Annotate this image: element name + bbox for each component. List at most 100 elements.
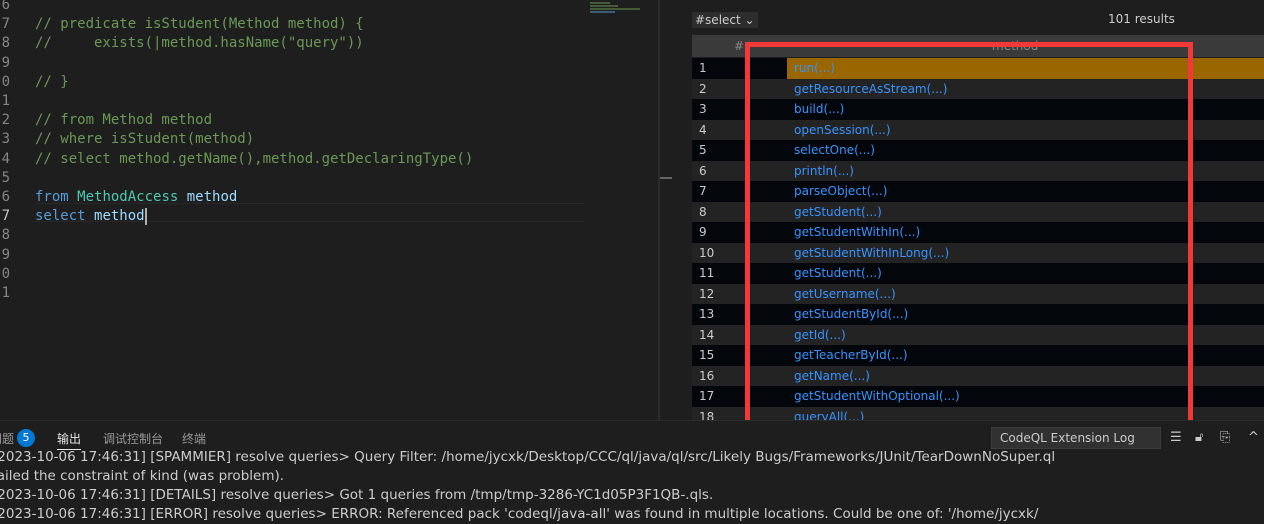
table-row[interactable]: 4 openSession(...) xyxy=(692,119,1264,141)
method-link[interactable]: getStudentWithIn(...) xyxy=(787,222,1264,243)
code-token: // where isStudent(method) xyxy=(35,131,255,148)
method-link[interactable]: getStudent(...) xyxy=(787,202,1264,223)
row-index: 11 xyxy=(699,266,715,280)
lock-scroll-icon[interactable]: 🔓︎ xyxy=(1195,430,1203,445)
tab-debug-console[interactable]: 调试控制台 xyxy=(103,430,163,450)
row-index: 1 xyxy=(699,61,707,75)
clear-output-icon[interactable]: ☰ xyxy=(1170,430,1182,445)
table-row[interactable]: 10 getStudentWithInLong(...) xyxy=(692,242,1264,264)
code-line[interactable]: // select method.getName(),method.getDec… xyxy=(35,150,473,169)
method-link[interactable]: getId(...) xyxy=(787,325,1264,346)
table-row[interactable]: 6 println(...) xyxy=(692,160,1264,182)
column-header-method[interactable]: method xyxy=(992,39,1038,53)
table-row[interactable]: 2 getResourceAsStream(...) xyxy=(692,78,1264,100)
code-token: from xyxy=(35,189,69,205)
table-row[interactable]: 11 getStudent(...) xyxy=(692,263,1264,284)
line-number: 1 xyxy=(1,285,10,301)
result-count: 101 results xyxy=(1108,12,1175,26)
table-row[interactable]: 5 selectOne(...) xyxy=(692,140,1264,161)
line-number: 7 xyxy=(1,208,10,225)
line-number: 9 xyxy=(1,54,10,71)
table-row[interactable]: 17 getStudentWithOptional(...) xyxy=(692,386,1264,407)
editor-split-divider[interactable] xyxy=(658,0,660,420)
code-token: select xyxy=(35,208,86,225)
method-link[interactable]: openSession(...) xyxy=(787,120,1264,141)
table-row[interactable]: 8 getStudent(...) xyxy=(692,201,1264,223)
table-row[interactable]: 14 getId(...) xyxy=(692,324,1264,346)
code-token: method xyxy=(94,208,145,225)
row-index: 13 xyxy=(699,307,715,321)
code-token: // select method.getName(),method.getDec… xyxy=(35,150,474,167)
code-line[interactable]: from MethodAccess method xyxy=(35,188,237,207)
code-line[interactable]: // where isStudent(method) xyxy=(35,130,254,149)
row-index: 8 xyxy=(699,204,707,219)
table-row[interactable]: 3 build(...) xyxy=(692,99,1264,120)
method-link[interactable]: getStudentWithOptional(...) xyxy=(787,386,1264,407)
table-row[interactable]: 15 getTeacherById(...) xyxy=(692,345,1264,366)
table-row[interactable]: 9 getStudentWithIn(...) xyxy=(692,222,1264,243)
row-index: 10 xyxy=(699,245,715,260)
method-link[interactable]: getResourceAsStream(...) xyxy=(787,79,1264,100)
output-channel-select[interactable]: CodeQL Extension Log xyxy=(991,427,1161,449)
method-link[interactable]: getStudent(...) xyxy=(787,263,1264,284)
output-line: failed the constraint of kind (was probl… xyxy=(0,468,285,484)
code-line[interactable]: select method xyxy=(35,207,147,226)
line-number: 1 xyxy=(1,93,10,109)
result-set-select[interactable]: #select ⌄ xyxy=(692,12,758,28)
method-link[interactable]: getTeacherById(...) xyxy=(787,345,1264,366)
code-line[interactable]: // } xyxy=(35,73,69,92)
table-row[interactable]: 7 parseObject(...) xyxy=(692,181,1264,202)
sash-handle[interactable] xyxy=(660,177,672,179)
row-index: 4 xyxy=(699,122,707,137)
table-header: # method xyxy=(692,35,1264,57)
line-number: 0 xyxy=(1,265,10,282)
table-row[interactable]: 1 run(...) xyxy=(692,58,1264,79)
code-token: // exists(|method.hasName("query")) xyxy=(35,35,364,52)
line-number: 0 xyxy=(1,73,10,90)
open-log-icon[interactable]: ⎘ xyxy=(1220,430,1230,445)
method-link[interactable]: selectOne(...) xyxy=(787,140,1264,161)
line-number: 6 xyxy=(1,189,10,205)
table-row[interactable]: 16 getName(...) xyxy=(692,365,1264,387)
method-link[interactable]: getStudentById(...) xyxy=(787,304,1264,325)
line-number: 5 xyxy=(1,169,10,186)
tab-problems[interactable]: 问题 xyxy=(0,430,14,450)
method-link[interactable]: parseObject(...) xyxy=(787,181,1264,202)
line-number: 9 xyxy=(1,246,10,263)
row-index: 5 xyxy=(699,143,707,157)
row-index: 16 xyxy=(699,368,715,383)
maximize-panel-icon[interactable]: ^ xyxy=(1248,430,1259,445)
query-results-view: #select ⌄ 101 results # method 1 run(...)… xyxy=(672,0,1264,427)
line-number: 2 xyxy=(1,112,10,129)
line-number: 7 xyxy=(1,16,10,33)
table-row[interactable]: 12 getUsername(...) xyxy=(692,283,1264,305)
method-link[interactable]: run(...) xyxy=(787,58,1264,79)
row-index: 6 xyxy=(699,163,707,178)
line-number: 6 xyxy=(1,0,10,13)
method-link[interactable]: println(...) xyxy=(787,161,1264,182)
column-header-index[interactable]: # xyxy=(734,39,744,53)
chevron-down-icon: ⌄ xyxy=(744,13,755,27)
code-line[interactable]: // exists(|method.hasName("query")) xyxy=(35,34,364,53)
code-token: // from Method method xyxy=(35,112,213,129)
line-number: 8 xyxy=(1,35,10,52)
tab-terminal[interactable]: 终端 xyxy=(182,430,206,450)
minimap[interactable] xyxy=(590,2,650,16)
line-number: 3 xyxy=(1,131,10,148)
problems-badge: 5 xyxy=(17,429,35,447)
row-index: 9 xyxy=(699,225,707,239)
method-link[interactable]: getStudentWithInLong(...) xyxy=(787,243,1264,264)
code-line[interactable]: // predicate isStudent(Method method) { xyxy=(35,15,364,34)
tab-output[interactable]: 输出 xyxy=(57,430,82,450)
code-editor[interactable]: 6 7 // predicate isStudent(Method method) … xyxy=(0,0,658,420)
output-line: [2023-10-06 17:46:31] [SPAMMIER] resolve… xyxy=(0,449,1056,465)
method-link[interactable]: build(...) xyxy=(787,99,1264,120)
code-line[interactable]: // from Method method xyxy=(35,111,212,130)
row-index: 7 xyxy=(699,184,707,198)
method-link[interactable]: getUsername(...) xyxy=(787,284,1264,305)
code-token: method xyxy=(186,189,238,205)
method-link[interactable]: getName(...) xyxy=(787,366,1264,387)
bottom-panel: 问题 5 输出 调试控制台 终端 CodeQL Extension Log ☰ … xyxy=(0,420,1264,522)
table-row[interactable]: 13 getStudentById(...) xyxy=(692,304,1264,325)
